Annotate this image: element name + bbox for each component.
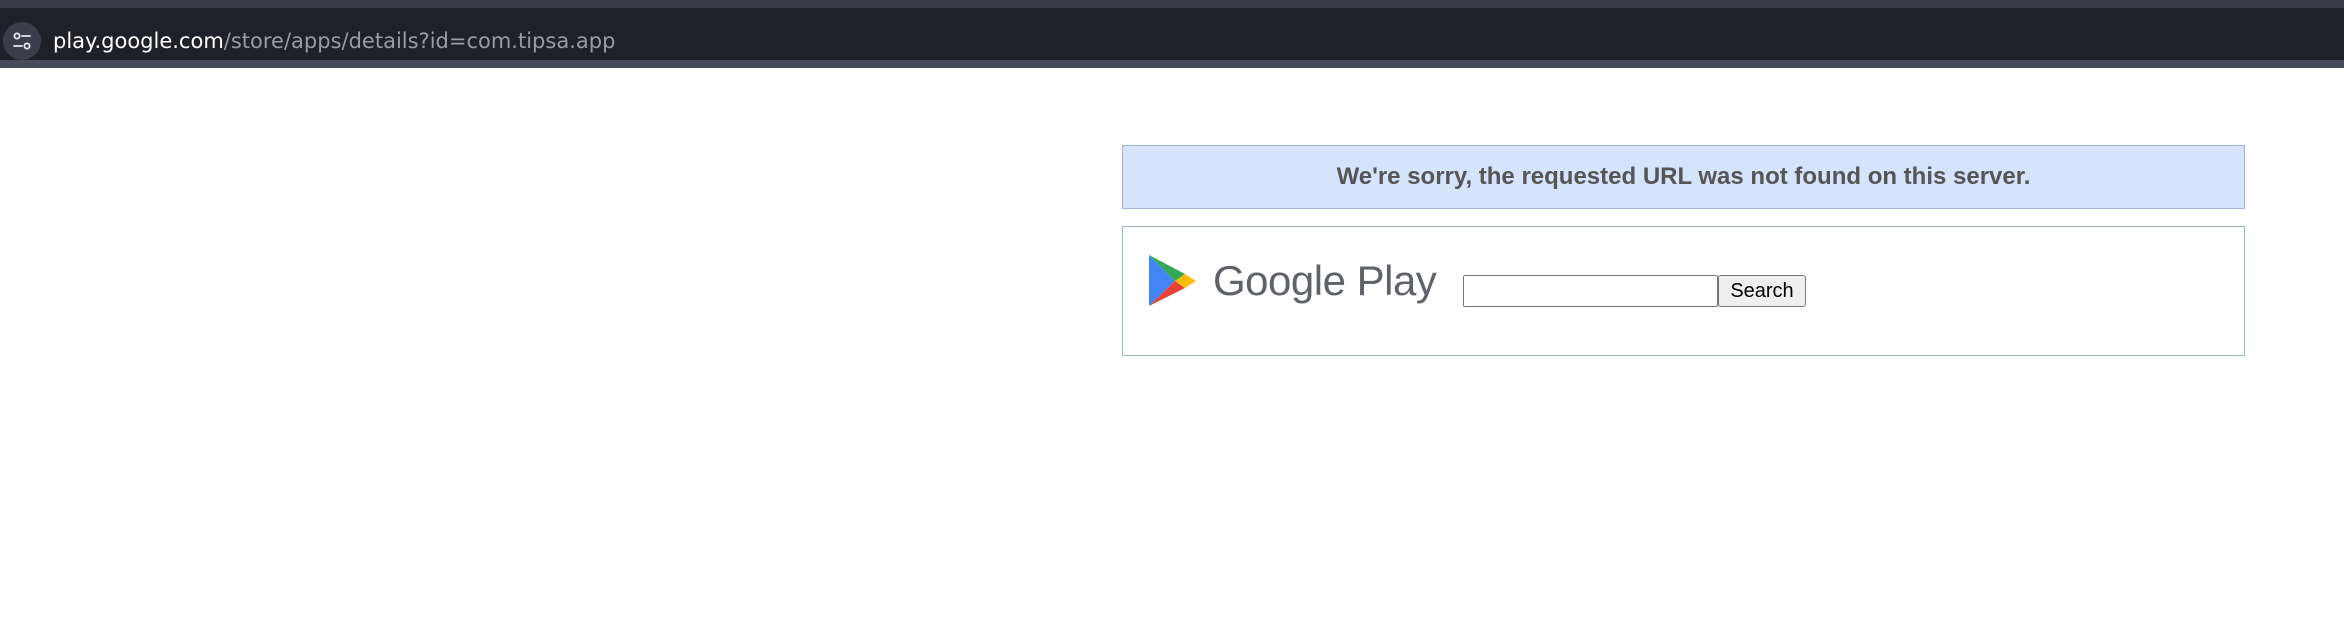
search-button[interactable]: Search (1718, 275, 1806, 307)
tab-strip (0, 0, 2344, 8)
browser-chrome: play.google.com/store/apps/details?id=co… (0, 0, 2344, 68)
google-play-icon (1149, 255, 1196, 306)
error-message: We're sorry, the requested URL was not f… (1336, 163, 2031, 190)
url-host: play.google.com (53, 29, 224, 53)
page-content: We're sorry, the requested URL was not f… (0, 68, 2344, 637)
url-path: /store/apps/details?id=com.tipsa.app (223, 29, 616, 53)
error-banner: We're sorry, the requested URL was not f… (1122, 145, 2245, 209)
url-text[interactable]: play.google.com/store/apps/details?id=co… (53, 24, 615, 58)
address-bar[interactable]: play.google.com/store/apps/details?id=co… (0, 8, 2344, 60)
site-info-button[interactable] (3, 22, 41, 60)
tune-icon (13, 32, 31, 50)
search-input[interactable] (1463, 275, 1718, 307)
play-search-box: Google Play Search (1122, 226, 2245, 356)
toolbar-divider (0, 60, 2344, 68)
google-play-wordmark: Google Play (1213, 256, 1437, 304)
google-play-logo[interactable]: Google Play (1147, 253, 1437, 308)
